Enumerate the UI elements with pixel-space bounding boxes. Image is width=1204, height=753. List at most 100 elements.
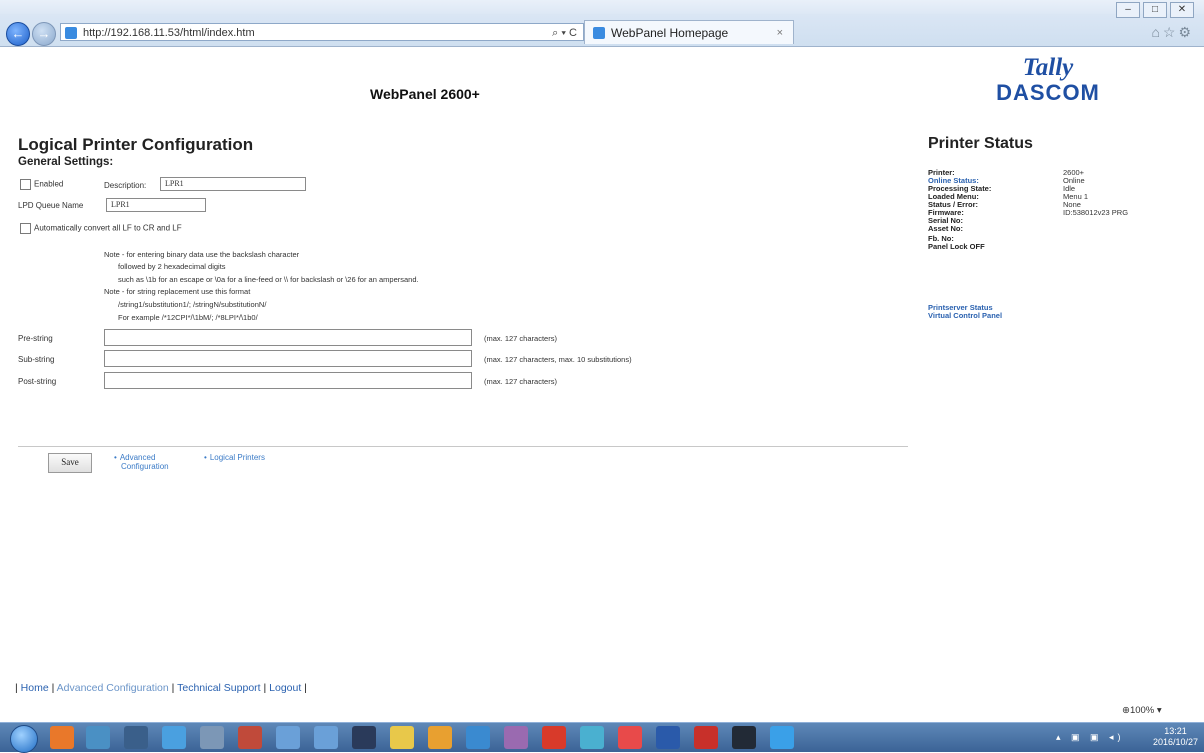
logical-printers-link[interactable]: • Logical Printers bbox=[204, 453, 265, 462]
note-line: Note - for string replacement use this f… bbox=[104, 287, 251, 296]
pre-string-input[interactable] bbox=[104, 329, 472, 346]
sub-string-label: Sub-string bbox=[18, 355, 55, 364]
footer-separator: | bbox=[260, 682, 270, 694]
logical-printer-config: Logical Printer Configuration General Se… bbox=[18, 135, 908, 473]
tab-webpanel-homepage[interactable]: WebPanel Homepage × bbox=[584, 20, 794, 44]
advanced-configuration-link[interactable]: • Advanced Configuration bbox=[114, 453, 169, 471]
app-icon[interactable] bbox=[466, 726, 490, 749]
enabled-row: Enabled bbox=[20, 179, 63, 190]
forward-arrow-icon: → bbox=[37, 26, 51, 41]
footer-separator: | bbox=[48, 682, 57, 694]
tray-icons[interactable]: ▴ ▣ ▣ ◂) bbox=[1056, 732, 1125, 743]
advanced-link-line1[interactable]: Advanced bbox=[120, 453, 156, 462]
note-line: For example /*12CPI*/\1bM/; /*8LPI*/\1b0… bbox=[118, 313, 258, 322]
clock[interactable]: 13:21 2016/10/27 bbox=[1153, 726, 1198, 748]
search-refresh-icon[interactable]: ⌕ ▾ C bbox=[552, 24, 577, 42]
clock-date: 2016/10/27 bbox=[1152, 737, 1198, 747]
enabled-label: Enabled bbox=[34, 179, 64, 189]
terminal-app-icon[interactable] bbox=[352, 726, 376, 749]
printer-status-title: Printer Status bbox=[928, 135, 1033, 152]
start-button[interactable] bbox=[10, 725, 38, 753]
post-string-input[interactable] bbox=[104, 372, 472, 389]
gear-app-icon[interactable] bbox=[276, 726, 300, 749]
footer-logout-link[interactable]: Logout bbox=[269, 682, 301, 694]
footer-separator: | bbox=[168, 682, 178, 694]
clock-time: 13:21 bbox=[1164, 726, 1187, 736]
convert-row: Automatically convert all LF to CR and L… bbox=[20, 223, 182, 234]
bullet-icon: • bbox=[114, 453, 117, 462]
tally-dascom-logo: Tally DASCOM bbox=[992, 55, 1104, 105]
tab-favicon-icon bbox=[593, 27, 605, 39]
maximize-button[interactable]: □ bbox=[1143, 2, 1167, 18]
virtual-control-panel-link[interactable]: Virtual Control Panel bbox=[928, 312, 1002, 320]
footer-home-link[interactable]: Home bbox=[21, 682, 49, 694]
network-icon[interactable] bbox=[86, 726, 110, 749]
internet-explorer-icon[interactable] bbox=[770, 726, 794, 749]
close-button[interactable]: ✕ bbox=[1170, 2, 1194, 18]
lpd-queue-input[interactable]: LPR1 bbox=[106, 198, 206, 212]
word-icon[interactable] bbox=[656, 726, 680, 749]
description-input[interactable]: LPR1 bbox=[160, 177, 306, 191]
note-line: followed by 2 hexadecimal digits bbox=[118, 262, 226, 271]
tools-app-icon[interactable] bbox=[504, 726, 528, 749]
logo-tally: Tally bbox=[1022, 54, 1074, 81]
pre-string-hint: (max. 127 characters) bbox=[484, 334, 557, 343]
bullet-icon: • bbox=[204, 453, 207, 462]
building-app-icon[interactable] bbox=[238, 726, 262, 749]
sub-string-hint: (max. 127 characters, max. 10 substituti… bbox=[484, 355, 632, 364]
zoom-level-control[interactable]: ⊕100% ▾ bbox=[1122, 705, 1162, 716]
panel-lock-status: Panel Lock OFF bbox=[928, 242, 985, 251]
document-app-icon[interactable] bbox=[200, 726, 224, 749]
back-arrow-icon: ← bbox=[11, 26, 25, 41]
page-title: Logical Printer Configuration bbox=[18, 135, 254, 154]
media-app-icon[interactable] bbox=[428, 726, 452, 749]
title-bar bbox=[0, 0, 1204, 14]
page-header-title: WebPanel 2600+ bbox=[370, 86, 480, 102]
footer-technical-support-link[interactable]: Technical Support bbox=[177, 682, 260, 694]
post-string-hint: (max. 127 characters) bbox=[484, 377, 557, 386]
console-icon[interactable] bbox=[732, 726, 756, 749]
pre-string-label: Pre-string bbox=[18, 334, 53, 343]
convert-lf-checkbox[interactable] bbox=[20, 223, 31, 234]
forward-button[interactable]: → bbox=[32, 22, 56, 46]
pdf-icon[interactable] bbox=[694, 726, 718, 749]
advanced-link-line2[interactable]: Configuration bbox=[121, 462, 169, 471]
description-label: Description: bbox=[104, 181, 147, 190]
note-line: Note - for entering binary data use the … bbox=[104, 250, 300, 259]
tab-close-icon[interactable]: × bbox=[777, 21, 783, 45]
back-button[interactable]: ← bbox=[6, 22, 30, 46]
navigation-bar: ← → http://192.168.11.53/html/index.htm … bbox=[6, 20, 1198, 46]
asset-no-label: Asset No: bbox=[928, 224, 964, 233]
address-url[interactable]: http://192.168.11.53/html/index.htm bbox=[83, 24, 255, 42]
gear-app-icon[interactable] bbox=[314, 726, 338, 749]
page-favicon-icon bbox=[65, 27, 77, 39]
minimize-button[interactable]: – bbox=[1116, 2, 1140, 18]
divider bbox=[18, 446, 908, 447]
heart-app-icon[interactable] bbox=[618, 726, 642, 749]
share-app-icon[interactable] bbox=[162, 726, 186, 749]
city-app-icon[interactable] bbox=[124, 726, 148, 749]
window-controls: – □ ✕ bbox=[1116, 2, 1194, 18]
save-button[interactable]: Save bbox=[48, 453, 92, 473]
footer-advanced-configuration-link[interactable]: Advanced Configuration bbox=[57, 682, 169, 694]
convert-lf-label: Automatically convert all LF to CR and L… bbox=[34, 223, 182, 233]
home-favorites-settings-icon[interactable]: ⌂☆⚙ bbox=[1151, 24, 1194, 41]
tab-title: WebPanel Homepage bbox=[611, 26, 729, 40]
folder-icon[interactable] bbox=[390, 726, 414, 749]
footer-separator: | bbox=[301, 682, 307, 694]
enabled-checkbox[interactable] bbox=[20, 179, 31, 190]
sub-string-input[interactable] bbox=[104, 350, 472, 367]
editor-app-icon[interactable] bbox=[580, 726, 604, 749]
firefox-icon[interactable] bbox=[50, 726, 74, 749]
logical-printers-link-label[interactable]: Logical Printers bbox=[210, 453, 265, 462]
printer-status-panel: Printer Status Printer: 2600+ Online Sta… bbox=[928, 135, 1188, 320]
system-tray: ▴ ▣ ▣ ◂) 13:21 2016/10/27 bbox=[1048, 725, 1198, 751]
note-line: such as \1b for an escape or \0a for a l… bbox=[118, 275, 419, 284]
windows-taskbar: ▴ ▣ ▣ ◂) 13:21 2016/10/27 bbox=[0, 722, 1204, 753]
address-bar[interactable]: http://192.168.11.53/html/index.htm ⌕ ▾ … bbox=[60, 23, 584, 41]
g-app-icon[interactable] bbox=[542, 726, 566, 749]
browser-chrome: – □ ✕ ← → http://192.168.11.53/html/inde… bbox=[0, 0, 1204, 47]
post-string-label: Post-string bbox=[18, 377, 57, 386]
general-settings-heading: General Settings: bbox=[18, 156, 114, 168]
lpd-queue-label: LPD Queue Name bbox=[18, 201, 84, 210]
